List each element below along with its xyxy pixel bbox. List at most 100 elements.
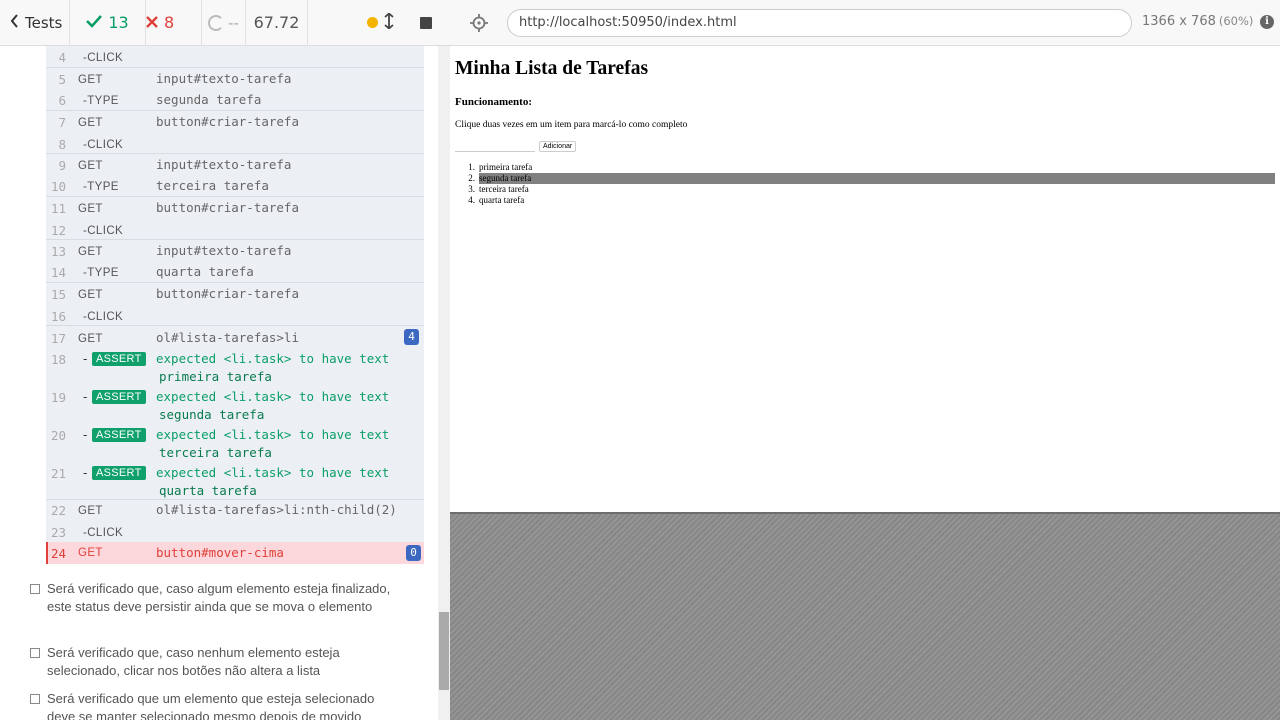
pending-count[interactable]: -- xyxy=(202,0,246,46)
add-task-button[interactable]: Adicionar xyxy=(539,141,577,152)
task-text-input[interactable] xyxy=(455,141,535,152)
command-message: button#mover-cima xyxy=(156,545,284,560)
passed-count[interactable]: 13 xyxy=(70,0,146,46)
command-row[interactable]: 11 GET button#criar-tarefa xyxy=(46,197,424,218)
crosshair-icon[interactable] xyxy=(469,13,489,33)
reporter-scrollbar[interactable] xyxy=(438,46,450,720)
assert-badge: ASSERT xyxy=(92,352,146,366)
command-row[interactable]: 23 -CLICK xyxy=(46,521,424,542)
command-name: -CLICK xyxy=(83,311,124,323)
assert-row[interactable]: 21 - ASSERT expected <li.task> to have text… xyxy=(46,462,424,500)
stats-header: Tests 13 8 -- 67.72 xyxy=(0,0,450,46)
command-name: -CLICK xyxy=(83,139,124,151)
test-status-icon xyxy=(30,584,40,594)
command-row[interactable]: 17 GET ol#lista-tarefas>li 4 xyxy=(46,327,424,348)
assert-value: segunda tarefa xyxy=(159,407,265,422)
command-name: GET xyxy=(78,505,103,517)
page-subtitle: Funcionamento: xyxy=(455,96,532,108)
url-field[interactable]: http://localhost:50950/index.html xyxy=(507,9,1132,37)
assert-badge: ASSERT xyxy=(92,428,146,442)
command-row[interactable]: 15 GET button#criar-tarefa xyxy=(46,283,424,304)
command-number: 12 xyxy=(50,223,66,238)
command-row[interactable]: 22 GET ol#lista-tarefas>li:nth-child(2) xyxy=(46,499,424,520)
command-number: 5 xyxy=(58,72,66,87)
command-number: 24 xyxy=(50,546,66,561)
assert-row[interactable]: 19 - ASSERT expected <li.task> to have text… xyxy=(46,386,424,424)
scroll-toggle-icon[interactable] xyxy=(384,11,394,33)
command-row[interactable]: 4 -CLICK xyxy=(46,46,424,67)
command-row[interactable]: 12 -CLICK xyxy=(46,219,424,240)
command-row[interactable]: 8 -CLICK xyxy=(46,133,424,154)
app-iframe: Minha Lista de Tarefas Funcionamento: Cl… xyxy=(451,46,1280,512)
command-row[interactable]: 6 -TYPE segunda tarefa xyxy=(46,89,424,110)
command-number: 13 xyxy=(50,244,66,259)
command-message: input#texto-tarefa xyxy=(156,243,292,258)
assert-dash: - xyxy=(83,428,88,442)
tests-back-button[interactable]: Tests xyxy=(0,0,70,46)
task-item[interactable]: quarta tarefa xyxy=(479,195,524,206)
spinner-icon xyxy=(208,14,225,31)
command-row[interactable]: 16 -CLICK xyxy=(46,305,424,326)
command-number: 9 xyxy=(58,158,66,173)
command-message: button#criar-tarefa xyxy=(156,200,299,215)
element-count-badge: 0 xyxy=(406,545,421,561)
command-number: 21 xyxy=(50,466,66,481)
instructions-text: Clique duas vezes em um item para marcá-… xyxy=(455,120,688,130)
controls xyxy=(308,0,450,46)
pending-number: -- xyxy=(228,13,239,32)
assert-row[interactable]: 18 - ASSERT expected <li.task> to have text… xyxy=(46,348,424,386)
row-divider xyxy=(46,325,424,326)
stop-icon[interactable] xyxy=(420,16,432,29)
scrollbar-thumb[interactable] xyxy=(439,612,449,690)
task-item[interactable]: segunda tarefa xyxy=(479,173,1275,184)
viewport-info: 1366 x 768 (60%) xyxy=(1142,14,1253,29)
command-name: GET xyxy=(78,289,103,301)
command-message: ol#lista-tarefas>li xyxy=(156,330,299,345)
row-divider xyxy=(46,282,424,283)
test-status-icon xyxy=(30,694,40,704)
command-number: 18 xyxy=(50,352,66,367)
command-name: -TYPE xyxy=(83,181,119,193)
viewport-scale: (60%) xyxy=(1218,14,1254,28)
assert-message: expected <li.task> to have text xyxy=(156,465,390,480)
command-number: 22 xyxy=(50,503,66,518)
command-number: 4 xyxy=(58,50,66,65)
command-row[interactable]: 14 -TYPE quarta tarefa xyxy=(46,261,424,282)
command-number: 16 xyxy=(50,309,66,324)
task-item[interactable]: primeira tarefa xyxy=(479,162,532,173)
chevron-left-icon xyxy=(10,13,19,32)
row-divider xyxy=(46,196,424,197)
assert-row[interactable]: 20 - ASSERT expected <li.task> to have text… xyxy=(46,424,424,462)
command-row[interactable]: 10 -TYPE terceira tarefa xyxy=(46,175,424,196)
aut-empty-area xyxy=(450,512,1280,720)
command-row[interactable]: 5 GET input#texto-tarefa xyxy=(46,68,424,89)
command-number: 23 xyxy=(50,525,66,540)
command-list: 4 -CLICK 5 GET input#texto-tarefa 6 -TYPE segun… xyxy=(46,46,424,564)
row-divider xyxy=(46,153,424,154)
info-icon[interactable]: i xyxy=(1260,15,1274,29)
command-row[interactable]: 13 GET input#texto-tarefa xyxy=(46,240,424,261)
command-number: 10 xyxy=(50,179,66,194)
assert-value: terceira tarefa xyxy=(159,445,272,460)
command-row[interactable]: 7 GET button#criar-tarefa xyxy=(46,111,424,132)
task-item[interactable]: terceira tarefa xyxy=(479,184,529,195)
assert-dash: - xyxy=(83,390,88,404)
command-number: 6 xyxy=(58,93,66,108)
assert-badge: ASSERT xyxy=(92,390,146,404)
command-name: GET xyxy=(78,74,103,86)
failed-count[interactable]: 8 xyxy=(146,0,202,46)
command-name: GET xyxy=(78,246,103,258)
command-row[interactable]: 9 GET input#texto-tarefa xyxy=(46,154,424,175)
command-log: 4 -CLICK 5 GET input#texto-tarefa 6 -TYPE segun… xyxy=(0,46,438,720)
failed-command-row[interactable]: 24 GET button#mover-cima 0 xyxy=(46,542,424,564)
command-name: GET xyxy=(78,160,103,172)
row-divider xyxy=(46,239,424,240)
command-message: segunda tarefa xyxy=(156,92,262,107)
task-number: 1. xyxy=(468,162,475,172)
command-number: 19 xyxy=(50,390,66,405)
task-number: 4. xyxy=(468,195,475,205)
command-number: 8 xyxy=(58,137,66,152)
duration: 67.72 xyxy=(246,0,308,46)
assert-dash: - xyxy=(83,466,88,480)
assert-value: quarta tarefa xyxy=(159,483,257,498)
